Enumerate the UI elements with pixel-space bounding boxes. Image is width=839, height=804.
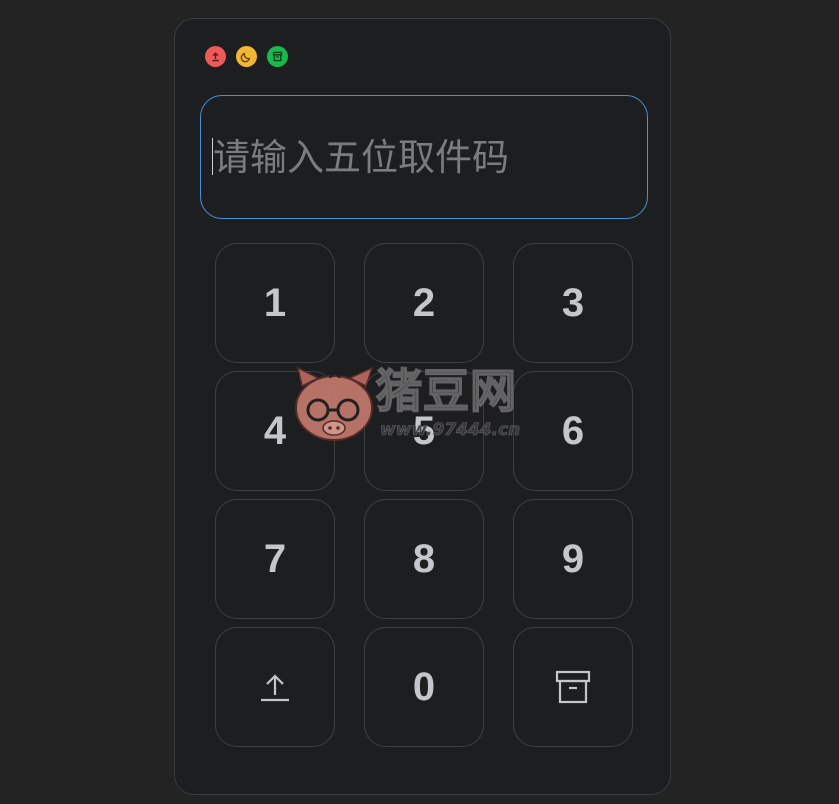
key-8[interactable]: 8 (364, 499, 484, 619)
moon-dot-button[interactable] (236, 46, 257, 67)
key-6[interactable]: 6 (513, 371, 633, 491)
key-0[interactable]: 0 (364, 627, 484, 747)
upload-button[interactable] (215, 627, 335, 747)
archive-icon (555, 670, 591, 704)
key-3[interactable]: 3 (513, 243, 633, 363)
key-9[interactable]: 9 (513, 499, 633, 619)
pickup-panel: 1 2 3 4 5 6 7 8 9 0 (174, 18, 671, 795)
text-caret (212, 138, 213, 175)
upload-dot-button[interactable] (205, 46, 226, 67)
pickup-code-input[interactable] (200, 95, 648, 219)
key-5[interactable]: 5 (364, 371, 484, 491)
archive-dot-button[interactable] (267, 46, 288, 67)
upload-icon (261, 674, 289, 702)
upload-icon (212, 52, 219, 62)
keypad: 1 2 3 4 5 6 7 8 9 0 (215, 243, 633, 747)
key-1[interactable]: 1 (215, 243, 335, 363)
archive-button[interactable] (513, 627, 633, 747)
moon-icon (240, 52, 251, 63)
key-4[interactable]: 4 (215, 371, 335, 491)
key-2[interactable]: 2 (364, 243, 484, 363)
window-controls (205, 46, 288, 67)
key-7[interactable]: 7 (215, 499, 335, 619)
archive-icon (272, 51, 283, 62)
